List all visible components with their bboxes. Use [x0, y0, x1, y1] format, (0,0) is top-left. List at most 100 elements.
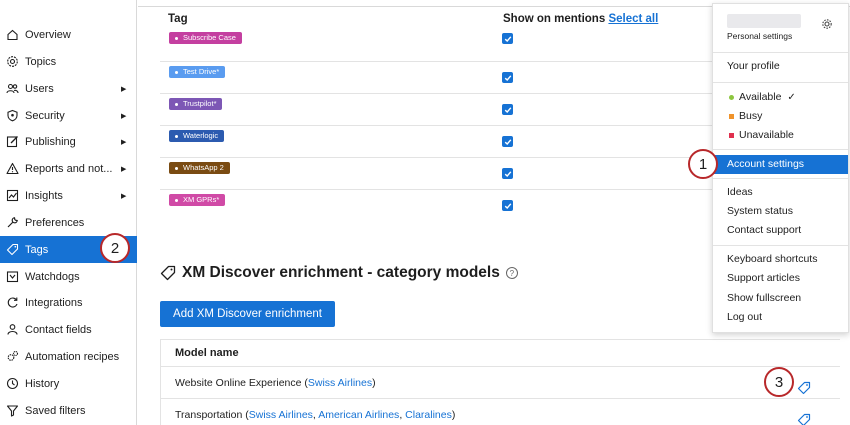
model-source-link[interactable]: American Airlines: [318, 409, 399, 421]
model-source-link[interactable]: Swiss Airlines: [249, 409, 313, 421]
menu-divider: [713, 245, 848, 246]
tag-pill: Waterlogic: [169, 130, 225, 142]
sidebar-item-insights[interactable]: Insights ▶: [0, 182, 137, 209]
wrench-icon: [0, 216, 22, 229]
expand-arrow-icon[interactable]: ▶: [121, 138, 137, 146]
expand-arrow-icon[interactable]: ▶: [121, 85, 137, 93]
tag-pill: Subscribe Case: [169, 32, 242, 44]
personal-settings-link[interactable]: Personal settings: [727, 31, 792, 41]
column-header-tag: Tag: [168, 13, 188, 25]
tag-pill: Test Drive*: [169, 66, 226, 78]
tag-row: Trustpilot*: [160, 94, 760, 126]
sidebar-item-label: Overview: [25, 28, 71, 41]
show-on-mentions-checkbox[interactable]: [502, 136, 513, 147]
model-source-link[interactable]: Claralines: [405, 409, 452, 421]
sidebar-item-saved-filters[interactable]: Saved filters: [0, 397, 137, 424]
callout-number-3: 3: [764, 367, 794, 397]
sidebar-item-users[interactable]: Users ▶: [0, 75, 137, 102]
status-dot-icon: [729, 95, 734, 100]
ideas-menu-item[interactable]: Ideas: [713, 183, 848, 202]
section-title-text: XM Discover enrichment - category models: [182, 264, 500, 281]
model-source-link[interactable]: Swiss Airlines: [308, 377, 372, 389]
model-name: Transportation: [175, 409, 243, 421]
system-status-menu-item[interactable]: System status: [713, 202, 848, 221]
callout-number-1: 1: [688, 149, 718, 179]
sidebar-item-label: Security: [25, 109, 65, 122]
sidebar-item-automation-recipes[interactable]: Automation recipes: [0, 343, 137, 370]
sidebar-item-integrations[interactable]: Integrations: [0, 289, 137, 316]
contact-support-menu-item[interactable]: Contact support: [713, 221, 848, 240]
tag-icon[interactable]: [797, 376, 811, 395]
tag-row: Subscribe Case: [160, 30, 760, 62]
show-on-mentions-checkbox[interactable]: [502, 72, 513, 83]
status-label: Available: [739, 91, 782, 103]
user-menu-dropdown: Personal settings Your profile Available ✓…: [712, 3, 849, 333]
log-out-menu-item[interactable]: Log out: [713, 308, 848, 327]
watchdog-icon: [0, 270, 22, 283]
gear-icon[interactable]: [821, 18, 833, 30]
edit-icon: [0, 135, 22, 148]
your-profile-menu-item[interactable]: Your profile: [713, 57, 848, 76]
model-name: Website Online Experience: [175, 377, 302, 389]
refresh-icon: [0, 296, 22, 309]
sidebar-item-security[interactable]: Security ▶: [0, 102, 137, 129]
filter-icon: [0, 404, 22, 417]
show-on-mentions-checkbox[interactable]: [502, 200, 513, 211]
expand-arrow-icon[interactable]: ▶: [121, 165, 137, 173]
person-icon: [0, 323, 22, 336]
sidebar-item-history[interactable]: History: [0, 370, 137, 397]
model-table: Model name Website Online Experience (Sw…: [160, 339, 840, 425]
help-icon[interactable]: ?: [505, 267, 518, 279]
status-dot-icon: [729, 114, 734, 119]
tag-row: XM GPRs*: [160, 190, 760, 222]
tag-icon: [160, 265, 176, 281]
users-icon: [0, 82, 22, 95]
tag-pill: WhatsApp 2: [169, 162, 230, 174]
shield-icon: [0, 109, 22, 122]
sidebar-item-contact-fields[interactable]: Contact fields: [0, 316, 137, 343]
sidebar-item-topics[interactable]: Topics: [0, 48, 137, 75]
keyboard-shortcuts-menu-item[interactable]: Keyboard shortcuts: [713, 250, 848, 269]
sidebar-item-label: History: [25, 377, 60, 390]
show-on-mentions-checkbox[interactable]: [502, 168, 513, 179]
show-on-mentions-checkbox[interactable]: [502, 104, 513, 115]
sidebar-item-label: Automation recipes: [25, 350, 120, 363]
chart-icon: [0, 189, 22, 202]
menu-divider: [713, 149, 848, 150]
sidebar-item-overview[interactable]: Overview: [0, 21, 137, 48]
warning-icon: [0, 162, 22, 175]
support-articles-menu-item[interactable]: Support articles: [713, 269, 848, 288]
sidebar-item-publishing[interactable]: Publishing ▶: [0, 128, 137, 155]
expand-arrow-icon[interactable]: ▶: [121, 192, 137, 200]
sidebar-item-label: Integrations: [25, 296, 83, 309]
status-unavailable-menu-item[interactable]: Unavailable: [713, 126, 848, 145]
sidebar-item-watchdogs[interactable]: Watchdogs: [0, 263, 137, 290]
tag-row: Waterlogic: [160, 126, 760, 158]
status-label: Busy: [739, 110, 763, 122]
sidebar-item-label: Users: [25, 82, 54, 95]
check-icon: ✓: [787, 92, 796, 103]
tag-icon[interactable]: [797, 408, 811, 425]
sidebar-item-label: Preferences: [25, 216, 85, 229]
model-row: Website Online Experience (Swiss Airline…: [161, 367, 840, 399]
status-label: Unavailable: [739, 129, 794, 141]
select-all-link[interactable]: Select all: [608, 13, 658, 25]
add-enrichment-button[interactable]: Add XM Discover enrichment: [160, 301, 335, 327]
sidebar-item-label: Saved filters: [25, 404, 86, 417]
show-fullscreen-menu-item[interactable]: Show fullscreen: [713, 289, 848, 308]
column-header-model-name: Model name: [161, 340, 840, 367]
gears-icon: [0, 350, 22, 363]
home-icon: [0, 28, 22, 41]
expand-arrow-icon[interactable]: ▶: [121, 112, 137, 120]
sidebar-item-preferences[interactable]: Preferences: [0, 209, 137, 236]
topics-icon: [0, 55, 22, 68]
status-available-menu-item[interactable]: Available ✓: [713, 88, 848, 107]
show-on-mentions-checkbox[interactable]: [502, 33, 513, 44]
account-settings-menu-item[interactable]: Account settings: [713, 155, 848, 174]
status-busy-menu-item[interactable]: Busy: [713, 107, 848, 126]
sidebar-item-reports-and-not[interactable]: Reports and not... ▶: [0, 155, 137, 182]
model-row: Transportation (Swiss Airlines, American…: [161, 399, 840, 425]
column-header-show-on-mentions: Show on mentions Select all: [503, 13, 658, 25]
menu-divider: [713, 82, 848, 83]
tag-pill: Trustpilot*: [169, 98, 223, 110]
